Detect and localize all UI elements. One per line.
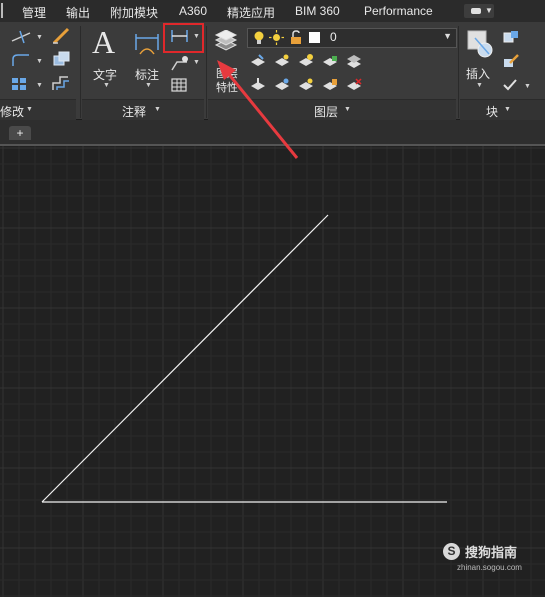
layer-dropdown[interactable]: 0 ▼: [247, 28, 457, 48]
menu-manage[interactable]: 管理: [22, 4, 46, 21]
menu-performance[interactable]: Performance: [364, 4, 433, 18]
create-block-icon[interactable]: [502, 29, 520, 45]
chevron-down-icon[interactable]: ▼: [524, 83, 531, 90]
explode-icon[interactable]: [50, 50, 72, 68]
chevron-down-icon: ▼: [154, 106, 161, 113]
layer-tool-icon[interactable]: [274, 53, 290, 69]
chevron-down-icon[interactable]: ▼: [36, 82, 43, 89]
dimension-label: 标注: [135, 68, 160, 82]
layer-tool-icon[interactable]: [250, 53, 266, 69]
multileader-icon[interactable]: [169, 54, 191, 72]
grid: [0, 146, 545, 597]
chevron-down-icon: ▼: [485, 6, 493, 15]
layer-properties-label-2: 特性: [216, 82, 238, 94]
drawn-line-diagonal[interactable]: [41, 214, 329, 503]
layer-stack-icon: [214, 30, 238, 51]
block-panel-title: 块: [486, 105, 499, 119]
text-icon: A: [92, 24, 116, 60]
chevron-down-icon: ▼: [344, 106, 351, 113]
trim-icon[interactable]: [10, 30, 36, 44]
new-tab-button[interactable]: +: [9, 126, 31, 140]
layer-color-swatch: [309, 32, 320, 43]
layer-tool-icon[interactable]: [298, 53, 314, 69]
menu-bar: 管理 输出 附加模块 A360 精选应用 BIM 360 Performance…: [0, 0, 545, 23]
chevron-down-icon[interactable]: ▼: [193, 59, 200, 66]
layer-tool-icon[interactable]: [322, 53, 338, 69]
ribbon-toggle-button[interactable]: ▼: [464, 4, 494, 18]
ribbon-toggle-icon: [471, 8, 481, 14]
lightbulb-icon: [254, 31, 264, 44]
modify-panel-footer[interactable]: 修改 ▼: [0, 99, 76, 120]
chevron-down-icon: ▼: [145, 82, 152, 89]
drawing-canvas[interactable]: [0, 146, 545, 597]
chevron-down-icon: ▼: [443, 31, 452, 41]
layer-tool-icon[interactable]: [346, 53, 362, 69]
dimension-icon: [135, 34, 159, 55]
layer-tool-icon[interactable]: [322, 77, 338, 93]
sogou-logo-icon: S: [443, 543, 460, 560]
sun-icon: [269, 30, 284, 45]
menu-addins[interactable]: 附加模块: [110, 4, 158, 21]
chevron-down-icon: ▼: [504, 106, 511, 113]
chevron-down-icon: ▼: [26, 106, 33, 113]
panel-divider: [458, 26, 459, 118]
menu-output[interactable]: 输出: [66, 4, 90, 21]
watermark-brand: 搜狗指南: [465, 545, 518, 560]
chevron-down-icon[interactable]: ▼: [36, 34, 43, 41]
menu-bim360[interactable]: BIM 360: [295, 4, 340, 18]
file-tab-strip: +: [0, 120, 545, 146]
menu-a360[interactable]: A360: [179, 4, 207, 18]
layers-panel-footer[interactable]: 图层 ▼: [208, 99, 456, 120]
menu-featured-apps[interactable]: 精选应用: [227, 4, 275, 21]
chevron-down-icon[interactable]: ▼: [36, 58, 43, 65]
annotation-panel-title: 注释: [122, 105, 147, 119]
insert-block-icon: [467, 30, 493, 58]
attribute-icon[interactable]: [502, 77, 520, 93]
layer-tool-icon[interactable]: [298, 77, 314, 93]
modify-panel-title: 修改: [0, 105, 25, 119]
watermark-url: zhinan.sogou.com: [457, 563, 522, 572]
layer-tool-icon[interactable]: [274, 77, 290, 93]
chevron-down-icon: ▼: [103, 82, 110, 89]
fillet-icon[interactable]: [10, 52, 32, 68]
offset-icon[interactable]: [50, 74, 72, 92]
table-icon[interactable]: [170, 77, 188, 93]
text-label: 文字: [93, 68, 118, 82]
current-layer-name: 0: [330, 30, 337, 44]
insert-label: 插入: [466, 67, 491, 81]
annotation-panel-footer[interactable]: 注释 ▼: [82, 99, 204, 120]
chevron-down-icon: ▼: [476, 82, 483, 89]
menu-edge: [1, 3, 3, 18]
layer-tool-icon[interactable]: [346, 77, 362, 93]
drawing-area[interactable]: [0, 146, 545, 597]
panel-divider: [206, 26, 207, 118]
unlock-icon: [291, 30, 301, 44]
highlight-box: [163, 23, 204, 53]
array-icon[interactable]: [10, 76, 32, 92]
layer-tool-icon[interactable]: [250, 77, 266, 93]
layers-panel-title: 图层: [314, 105, 339, 119]
block-panel-footer[interactable]: 块 ▼: [460, 99, 545, 120]
erase-icon[interactable]: [50, 27, 72, 45]
panel-divider: [80, 26, 81, 118]
ribbon: ▼ ▼ ▼ 修改 ▼ A 文字 ▼ 标注 ▼ ▼ ▼ 注释 ▼ 图层 特性 0 …: [0, 22, 545, 120]
edit-block-icon[interactable]: [502, 53, 520, 69]
